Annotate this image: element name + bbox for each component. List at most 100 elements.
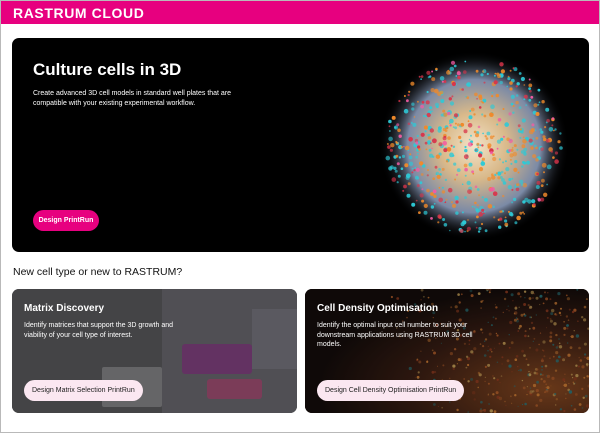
cell-dot — [435, 171, 439, 176]
cell-dot — [411, 202, 416, 207]
cell-dot — [486, 131, 491, 136]
cell-dot — [434, 102, 440, 107]
cell-dot — [447, 111, 451, 116]
cell-dot — [498, 225, 502, 229]
cell-dot — [464, 148, 468, 153]
cell-dot — [458, 135, 462, 139]
cell-dot — [478, 211, 484, 217]
design-cell-density-optimisation-printrun-button[interactable]: Design Cell Density Optimisation PrintRu… — [317, 380, 465, 401]
cell-dot — [438, 142, 443, 147]
cell-dot — [550, 150, 553, 153]
cell-dot — [431, 77, 436, 82]
cell-dot — [477, 146, 480, 149]
cell-dot — [446, 70, 451, 75]
cell-dot — [415, 199, 418, 202]
cell-dot — [559, 132, 562, 135]
cell-dot — [394, 169, 398, 173]
cell-dot — [467, 142, 473, 147]
cell-dot — [446, 147, 452, 152]
cell-dot — [420, 132, 425, 137]
cell-dot — [401, 154, 406, 158]
card-title-cell-density-optimisation: Cell Density Optimisation — [317, 303, 439, 314]
section-heading: New cell type or new to RASTRUM? — [13, 266, 183, 278]
cell-dot — [436, 174, 441, 179]
cell-dot — [507, 210, 510, 213]
cell-dot — [447, 187, 453, 193]
cell-dot — [528, 78, 531, 81]
cell-dot — [397, 128, 401, 133]
cell-dot — [516, 215, 521, 221]
card-title-matrix-discovery: Matrix Discovery — [24, 303, 105, 314]
cell-dot — [400, 167, 404, 170]
cell-dot — [500, 137, 504, 141]
cell-dot — [541, 178, 545, 183]
cell-dot — [548, 127, 554, 132]
cell-dot — [429, 106, 433, 110]
cell-dot — [406, 99, 409, 103]
cell-dot — [461, 183, 464, 186]
cell-dot — [437, 221, 440, 224]
cell-dot — [418, 75, 421, 78]
cell-dot — [554, 159, 559, 164]
cell-dot — [497, 118, 502, 122]
cell-dot — [510, 102, 514, 106]
cell-dot — [476, 142, 480, 146]
cell-dot — [431, 147, 433, 150]
cell-dot — [497, 171, 502, 176]
cell-dot — [441, 80, 444, 83]
cell-dot — [450, 201, 454, 204]
cell-dot — [480, 222, 484, 226]
cell-dot — [456, 71, 461, 76]
cell-dot — [519, 179, 524, 184]
cell-dot — [427, 76, 430, 79]
cell-dot — [453, 162, 457, 166]
cell-dot — [421, 188, 424, 191]
cell-dot — [422, 115, 425, 117]
cell-dot — [468, 115, 473, 120]
cell-dot — [439, 90, 444, 95]
cell-dot — [474, 201, 477, 205]
cell-dot — [516, 183, 520, 187]
cell-dot — [398, 134, 402, 138]
cell-dot — [538, 101, 541, 104]
cell-dot — [405, 175, 410, 180]
cell-dot — [478, 153, 483, 158]
cell-dot — [521, 118, 526, 123]
cell-dot — [478, 167, 484, 172]
cell-dot — [535, 185, 540, 189]
cell-dot — [419, 181, 423, 185]
cell-dot — [509, 87, 513, 91]
cell-dot — [451, 95, 454, 98]
brand-logo[interactable]: RASTRUM CLOUD — [13, 5, 144, 21]
cell-dot — [477, 230, 481, 233]
cell-dot — [511, 177, 514, 180]
cell-dot — [426, 90, 429, 94]
cell-dot — [536, 172, 539, 176]
cell-dot — [464, 174, 467, 177]
cell-dot — [415, 141, 419, 145]
cell-dot — [438, 126, 442, 130]
cell-dot — [450, 144, 453, 147]
cell-dot — [491, 175, 496, 180]
cell-dot — [468, 162, 473, 167]
cell-dot — [535, 146, 538, 150]
cell-dot — [528, 87, 531, 90]
cell-dot — [522, 211, 524, 214]
cell-dot — [523, 147, 528, 152]
cell-dot — [520, 76, 525, 82]
cell-dot — [496, 72, 500, 76]
design-matrix-selection-printrun-button[interactable]: Design Matrix Selection PrintRun — [24, 380, 143, 401]
cell-dot — [513, 167, 518, 172]
cell-dot — [484, 198, 488, 202]
cell-dot — [385, 155, 391, 161]
cell-dot — [541, 162, 547, 168]
cell-dot — [540, 147, 544, 151]
cell-dot — [504, 122, 509, 127]
cell-dot — [463, 70, 467, 74]
cell-dot — [499, 62, 504, 67]
design-printrun-button[interactable]: Design PrintRun — [33, 210, 99, 231]
cell-dot — [492, 205, 495, 209]
cell-dot — [510, 162, 513, 165]
hero-banner: Culture cells in 3D Create advanced 3D c… — [12, 38, 589, 252]
cell-dot — [487, 177, 492, 181]
